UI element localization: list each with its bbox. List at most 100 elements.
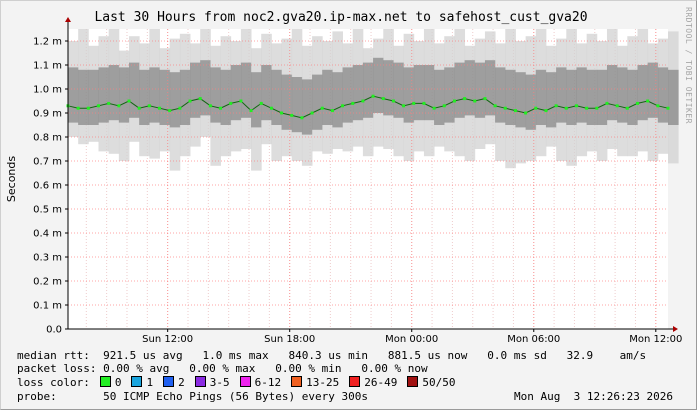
loss-color-item-label: 1 (146, 376, 154, 389)
median-rtt-point (107, 101, 111, 105)
smoke-band-inner (444, 67, 455, 123)
median-rtt-point (442, 104, 446, 108)
median-rtt-point (219, 106, 223, 110)
smoke-band-inner (312, 74, 323, 130)
smoke-band-inner (393, 62, 405, 118)
smoke-band-inner (322, 69, 333, 125)
median-rtt-point (188, 99, 192, 103)
loss-color-swatch (407, 376, 419, 387)
smoke-band-inner (495, 67, 506, 123)
median-rtt-point (320, 106, 324, 110)
x-tick-label: Mon 00:00 (385, 334, 438, 345)
median-rtt-point (463, 97, 467, 101)
loss-color-row: loss color: 0 1 2 3-5 6-12 13-25 26-49 50/50 (17, 376, 465, 389)
smoke-band-inner (627, 69, 638, 125)
loss-color-item-label: 26-49 (364, 376, 398, 389)
median-rtt-point (239, 99, 243, 103)
smoke-band-inner (149, 67, 160, 123)
smoke-band-inner (78, 69, 89, 125)
smoke-band-inner (362, 62, 374, 118)
median-rtt-point (198, 97, 202, 101)
packet-loss-label: packet loss: (17, 362, 97, 375)
median-rtt-point (412, 101, 416, 105)
median-rtt-point (117, 104, 121, 108)
smoke-band-inner (617, 67, 628, 123)
smoke-band-inner (556, 67, 567, 123)
smoke-band-inner (413, 65, 425, 121)
loss-color-swatch (131, 376, 143, 387)
median-rtt-values: 921.5 us avg 1.0 ms max 840.3 us min 881… (89, 349, 647, 362)
y-tick-label: 0.5 m (33, 205, 62, 216)
y-tick-label: 1.1 m (33, 61, 62, 72)
y-tick-label: 0.3 m (33, 253, 62, 264)
y-tick-label: 0.9 m (33, 109, 62, 120)
median-rtt-point (341, 104, 345, 108)
median-rtt-point (534, 106, 538, 110)
smoke-band-inner (586, 69, 598, 125)
smoke-band-inner (301, 79, 313, 135)
y-tick-label: 0.1 m (33, 301, 62, 312)
loss-color-swatch (99, 376, 111, 387)
loss-color-item-label: 13-25 (306, 376, 340, 389)
median-rtt-point (483, 97, 487, 101)
y-tick-label: 0.2 m (33, 277, 62, 288)
loss-color-item: 50/50 (407, 376, 455, 389)
median-rtt-point (666, 106, 670, 110)
smoke-band-inner (373, 57, 384, 113)
median-rtt-point (635, 101, 639, 105)
probe-value: 50 ICMP Echo Pings (56 Bytes) every 300s (56, 390, 369, 403)
x-tick-label: Sun 18:00 (264, 334, 315, 345)
median-rtt-point (646, 99, 650, 103)
median-rtt-point (402, 104, 406, 108)
loss-color-item-label: 50/50 (422, 376, 456, 389)
median-rtt-point (208, 104, 212, 108)
smoke-band-inner (88, 69, 99, 125)
median-rtt-point (432, 106, 436, 110)
median-rtt-point (310, 111, 314, 115)
median-rtt-point (137, 106, 141, 110)
median-rtt-point (554, 104, 558, 108)
median-rtt-point (300, 116, 304, 120)
smoke-band-inner (474, 62, 486, 118)
smoke-band-inner (668, 69, 679, 125)
smoke-band-inner (139, 69, 150, 125)
y-tick-label: 0.4 m (33, 229, 62, 240)
smoke-band-inner (606, 65, 618, 121)
smoke-band-inner (68, 67, 79, 123)
median-rtt-point (381, 97, 385, 101)
y-axis-arrow (65, 17, 71, 22)
median-rtt-row: median rtt: 921.5 us avg 1.0 ms max 840.… (17, 349, 646, 362)
median-rtt-point (503, 106, 507, 110)
loss-color-item: 13-25 (291, 376, 339, 389)
smoke-band-inner (454, 62, 466, 118)
median-rtt-point (513, 109, 517, 113)
median-rtt-point (371, 94, 375, 98)
median-rtt-point (564, 106, 568, 110)
median-rtt-point (269, 106, 273, 110)
median-rtt-label: median rtt: (17, 349, 90, 362)
smoke-band-inner (505, 69, 516, 125)
smoke-band-inner (342, 67, 354, 123)
x-tick-label: Mon 12:00 (629, 334, 682, 345)
graph-frame: Last 30 Hours from noc2.gva20.ip-max.net… (0, 0, 697, 410)
smoke-band-inner (98, 67, 110, 123)
median-rtt-point (605, 101, 609, 105)
loss-color-item-label: 2 (178, 376, 185, 389)
probe-label: probe: (17, 390, 57, 403)
smoke-band-inner (210, 67, 221, 123)
median-rtt-point (290, 113, 294, 117)
smoke-band-inner (647, 62, 659, 118)
loss-color-swatch (239, 376, 251, 387)
chart-svg: 0.0 0.1 m 0.2 m 0.3 m 0.4 m 0.5 m 0.6 m 0.7 m 0.… (5, 17, 682, 345)
smoke-band-inner (576, 67, 588, 123)
packet-loss-values: 0.00 % avg 0.00 % max 0.00 % min 0.00 % … (96, 362, 428, 375)
loss-color-swatch (349, 376, 361, 387)
smoke-band-inner (159, 69, 171, 125)
loss-color-swatch (194, 376, 206, 387)
y-axis-title: Seconds (5, 156, 18, 202)
median-rtt-point (574, 104, 578, 108)
y-tick-label: 1.2 m (33, 37, 62, 48)
median-rtt-point (229, 101, 233, 105)
smoke-band-inner (118, 67, 130, 123)
median-rtt-point (615, 104, 619, 108)
